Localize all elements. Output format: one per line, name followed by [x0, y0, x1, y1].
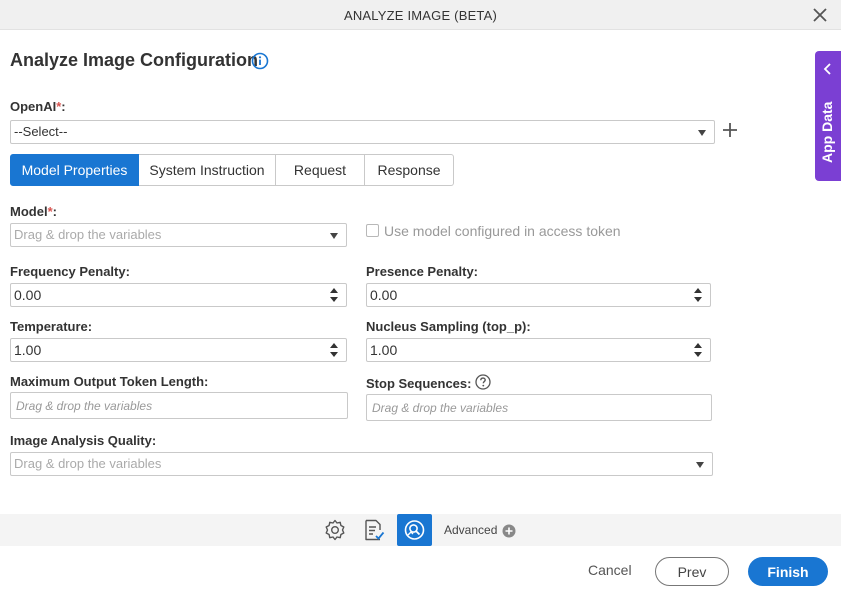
temperature-value: 1.00: [14, 342, 42, 358]
openai-label-colon: :: [61, 99, 66, 114]
gear-icon[interactable]: [323, 518, 347, 542]
dialog-title: ANALYZE IMAGE (BETA): [343, 8, 498, 23]
chevron-down-icon: [698, 130, 706, 136]
model-select-placeholder: Drag & drop the variables: [14, 227, 162, 242]
max-output-token-placeholder: Drag & drop the variables: [16, 399, 153, 413]
openai-select-value: --Select--: [14, 124, 68, 139]
close-icon[interactable]: [811, 6, 829, 24]
max-output-token-input[interactable]: Drag & drop the variables: [10, 392, 348, 419]
tab-request[interactable]: Request: [276, 154, 365, 186]
chevron-down-icon: [330, 233, 338, 239]
stop-sequences-placeholder: Drag & drop the variables: [372, 401, 509, 415]
frequency-penalty-value: 0.00: [14, 287, 42, 303]
tab-response[interactable]: Response: [365, 154, 454, 186]
nucleus-sampling-label: Nucleus Sampling (top_p):: [366, 319, 531, 334]
frequency-penalty-stepper[interactable]: 0.00: [10, 283, 347, 307]
model-select[interactable]: Drag & drop the variables: [10, 223, 347, 247]
advanced-label[interactable]: Advanced: [444, 523, 497, 537]
temperature-label: Temperature:: [10, 319, 93, 334]
cancel-button[interactable]: Cancel: [588, 562, 632, 578]
add-connection-plus-icon[interactable]: [722, 122, 738, 138]
tab-model-properties[interactable]: Model Properties: [10, 154, 139, 186]
presence-penalty-value: 0.00: [370, 287, 398, 303]
presence-penalty-label: Presence Penalty:: [366, 264, 479, 279]
openai-select[interactable]: --Select--: [10, 120, 715, 144]
app-data-panel-toggle[interactable]: App Data: [815, 51, 841, 181]
stepper-arrows-icon[interactable]: [694, 288, 702, 302]
config-tabs: Model Properties System Instruction Requ…: [10, 154, 454, 186]
document-check-icon[interactable]: [362, 518, 386, 542]
max-output-token-label: Maximum Output Token Length:: [10, 374, 209, 389]
image-search-icon: [404, 520, 425, 540]
dialog-titlebar: ANALYZE IMAGE (BETA): [0, 0, 841, 30]
model-label: Model*:: [10, 204, 57, 219]
stepper-arrows-icon[interactable]: [330, 288, 338, 302]
temperature-stepper[interactable]: 1.00: [10, 338, 347, 362]
app-data-label: App Data: [819, 101, 835, 163]
model-label-colon: :: [52, 204, 57, 219]
nucleus-sampling-value: 1.00: [370, 342, 398, 358]
openai-label-text: OpenAI: [10, 99, 57, 114]
model-label-text: Model: [10, 204, 48, 219]
image-analysis-quality-label: Image Analysis Quality:: [10, 433, 157, 448]
page-title: Analyze Image Configuration: [10, 50, 259, 70]
image-analysis-quality-select[interactable]: Drag & drop the variables: [10, 452, 713, 476]
plus-circle-icon[interactable]: [502, 524, 516, 538]
image-analysis-quality-placeholder: Drag & drop the variables: [14, 456, 162, 471]
frequency-penalty-label: Frequency Penalty:: [10, 264, 130, 279]
finish-button[interactable]: Finish: [748, 557, 828, 586]
presence-penalty-stepper[interactable]: 0.00: [366, 283, 711, 307]
info-icon[interactable]: [251, 52, 269, 70]
stop-sequences-label: Stop Sequences:: [366, 376, 472, 391]
tab-system-instruction[interactable]: System Instruction: [139, 154, 276, 186]
stop-sequences-input[interactable]: Drag & drop the variables: [366, 394, 712, 421]
nucleus-sampling-stepper[interactable]: 1.00: [366, 338, 711, 362]
chevron-left-icon: [823, 63, 831, 75]
stepper-arrows-icon[interactable]: [694, 343, 702, 357]
image-analysis-tool-button[interactable]: [397, 514, 432, 546]
use-model-token-label[interactable]: Use model configured in access token: [384, 223, 621, 239]
stepper-arrows-icon[interactable]: [330, 343, 338, 357]
prev-button[interactable]: Prev: [655, 557, 729, 586]
bottom-toolbar: Advanced: [0, 514, 841, 546]
chevron-down-icon: [696, 462, 704, 468]
help-icon[interactable]: [475, 374, 491, 390]
openai-label: OpenAI*:: [10, 99, 66, 114]
use-model-token-checkbox[interactable]: [366, 224, 379, 237]
